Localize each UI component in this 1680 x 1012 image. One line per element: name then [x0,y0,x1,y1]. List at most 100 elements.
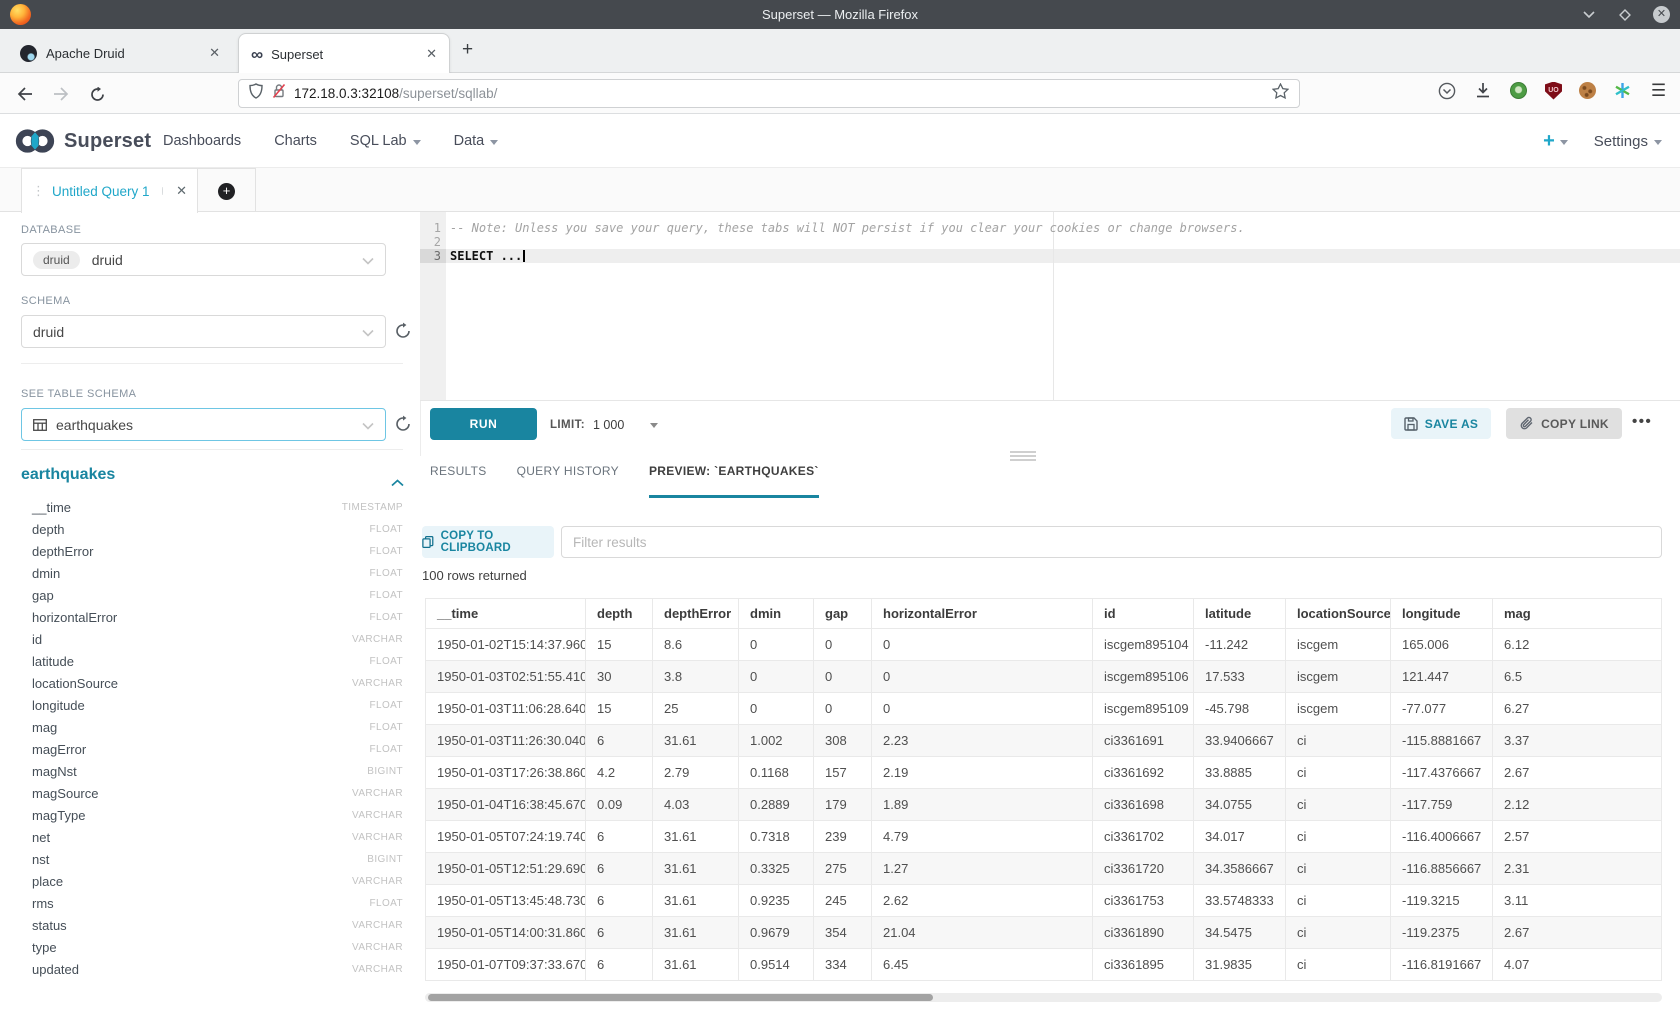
privacy-badger-icon[interactable] [1509,81,1528,100]
cell-mag: 2.67 [1493,757,1662,789]
table-header-cell[interactable]: id [1093,599,1194,629]
column-name: mag [21,720,57,735]
query-tab-untitled[interactable]: ⋮ Untitled Query 1 ✕ [21,168,198,213]
column-type: FLOAT [370,744,403,755]
cookie-extension-icon[interactable] [1579,82,1596,99]
tab-results[interactable]: RESULTS [430,464,487,498]
column-list-item: magType VARCHAR [21,804,403,826]
schema-select[interactable]: druid [21,315,386,348]
column-type: VARCHAR [352,920,403,931]
shield-icon[interactable] [249,83,263,104]
column-name: net [21,830,50,845]
limit-dropdown[interactable]: LIMIT: 1 000 [550,401,658,449]
browser-tab-title: Superset [271,47,323,62]
sql-editor[interactable]: 1 2 3 -- Note: Unless you save your quer… [420,212,1680,400]
cell-mag: 2.12 [1493,789,1662,821]
column-type: FLOAT [370,612,403,623]
refresh-schema-icon[interactable] [394,322,414,342]
nav-sql-lab[interactable]: SQL Lab [350,133,421,149]
tab-close-icon[interactable]: ✕ [426,46,437,62]
table-value: earthquakes [56,417,133,433]
sqllab-sidebar: DATABASE druid druid SCHEMA druid SEE TA… [0,212,420,1012]
cell-depth: 6 [586,949,653,981]
download-icon[interactable] [1473,81,1492,100]
bookmark-star-icon[interactable] [1272,83,1289,104]
browser-tab-apache-druid[interactable]: Apache Druid ✕ [8,33,232,73]
query-tab-close-icon[interactable]: ✕ [176,183,187,199]
rows-returned-text: 100 rows returned [422,568,527,583]
column-name: type [21,940,57,955]
copy-link-button[interactable]: COPY LINK [1506,408,1622,439]
cell-latitude: 17.533 [1194,661,1286,693]
add-new-button[interactable]: + [1543,130,1568,153]
database-select[interactable]: druid druid [21,243,386,276]
cell-mag: 6.27 [1493,693,1662,725]
nav-dashboards[interactable]: Dashboards [163,133,241,149]
more-options-button[interactable]: ••• [1632,408,1652,439]
run-button[interactable]: RUN [430,408,537,440]
window-maximize-icon[interactable] [1617,7,1633,23]
multicolor-asterisk-icon[interactable] [1613,81,1632,100]
hamburger-menu-icon[interactable]: ☰ [1649,81,1668,100]
druid-favicon [20,45,37,62]
see-table-schema-label: SEE TABLE SCHEMA [21,388,136,400]
chevron-down-icon [1560,140,1568,145]
table-header-cell[interactable]: depthError [653,599,739,629]
pane-resize-grip[interactable] [1010,451,1036,463]
table-select[interactable]: earthquakes [21,408,386,441]
table-schema-title: earthquakes [21,466,115,484]
add-query-tab-button[interactable]: + [198,168,256,213]
tab-close-icon[interactable]: ✕ [209,45,220,61]
brand-name: Superset [64,130,151,153]
superset-logo[interactable]: Superset [12,127,151,155]
column-name: longitude [21,698,85,713]
column-type: BIGINT [367,766,403,777]
table-header-cell[interactable]: depth [586,599,653,629]
scrollbar-thumb[interactable] [428,994,933,1001]
nav-data[interactable]: Data [454,133,499,149]
cell-depth: 6 [586,853,653,885]
cell-time: 1950-01-07T09:37:33.670Z [426,949,586,981]
new-tab-button[interactable]: + [462,41,473,59]
cell-mag: 6.5 [1493,661,1662,693]
drag-handle-icon[interactable]: ⋮ [32,183,44,199]
chevron-down-icon [362,417,374,433]
browser-tab-superset[interactable]: ∞ Superset ✕ [238,33,450,74]
forward-icon[interactable] [48,81,74,107]
ublock-origin-icon[interactable]: UO [1545,82,1562,100]
table-header-cell[interactable]: locationSource [1286,599,1391,629]
copy-to-clipboard-button[interactable]: COPY TO CLIPBOARD [422,526,554,558]
column-type: FLOAT [370,898,403,909]
filter-results-input[interactable] [561,526,1662,558]
save-as-button[interactable]: SAVE AS [1391,408,1491,439]
table-header-cell[interactable]: horizontalError [872,599,1093,629]
browser-tab-title: Apache Druid [46,46,125,61]
table-header-cell[interactable]: dmin [739,599,814,629]
url-bar[interactable]: 172.18.0.3:32108/superset/sqllab/ [238,79,1300,108]
column-name: magNst [21,764,77,779]
column-list-item: longitude FLOAT [21,694,403,716]
column-type: BIGINT [367,854,403,865]
divider [21,449,403,450]
refresh-table-icon[interactable] [394,415,414,435]
pocket-icon[interactable] [1437,81,1456,100]
insecure-lock-icon[interactable] [272,83,286,104]
window-close-icon[interactable]: ✕ [1653,6,1670,23]
table-header-cell[interactable]: longitude [1391,599,1493,629]
settings-menu[interactable]: Settings [1594,133,1662,150]
table-header-cell[interactable]: mag [1493,599,1662,629]
collapse-chevron-up-icon[interactable] [391,474,404,492]
table-row: 1950-01-02T15:14:37.960Z 15 8.6 0 0 0 is… [426,629,1662,661]
tab-query-history[interactable]: QUERY HISTORY [517,464,619,498]
window-minimize-icon[interactable] [1581,7,1597,23]
cell-horizontalError: 2.23 [872,725,1093,757]
nav-charts[interactable]: Charts [274,133,317,149]
back-icon[interactable] [12,81,38,107]
column-list-item: depthError FLOAT [21,540,403,562]
table-header-cell[interactable]: latitude [1194,599,1286,629]
tab-preview-earthquakes[interactable]: PREVIEW: `EARTHQUAKES` [649,464,819,498]
table-header-cell[interactable]: gap [814,599,872,629]
column-name: locationSource [21,676,118,691]
table-header-cell[interactable]: __time [426,599,586,629]
reload-icon[interactable] [84,81,110,107]
